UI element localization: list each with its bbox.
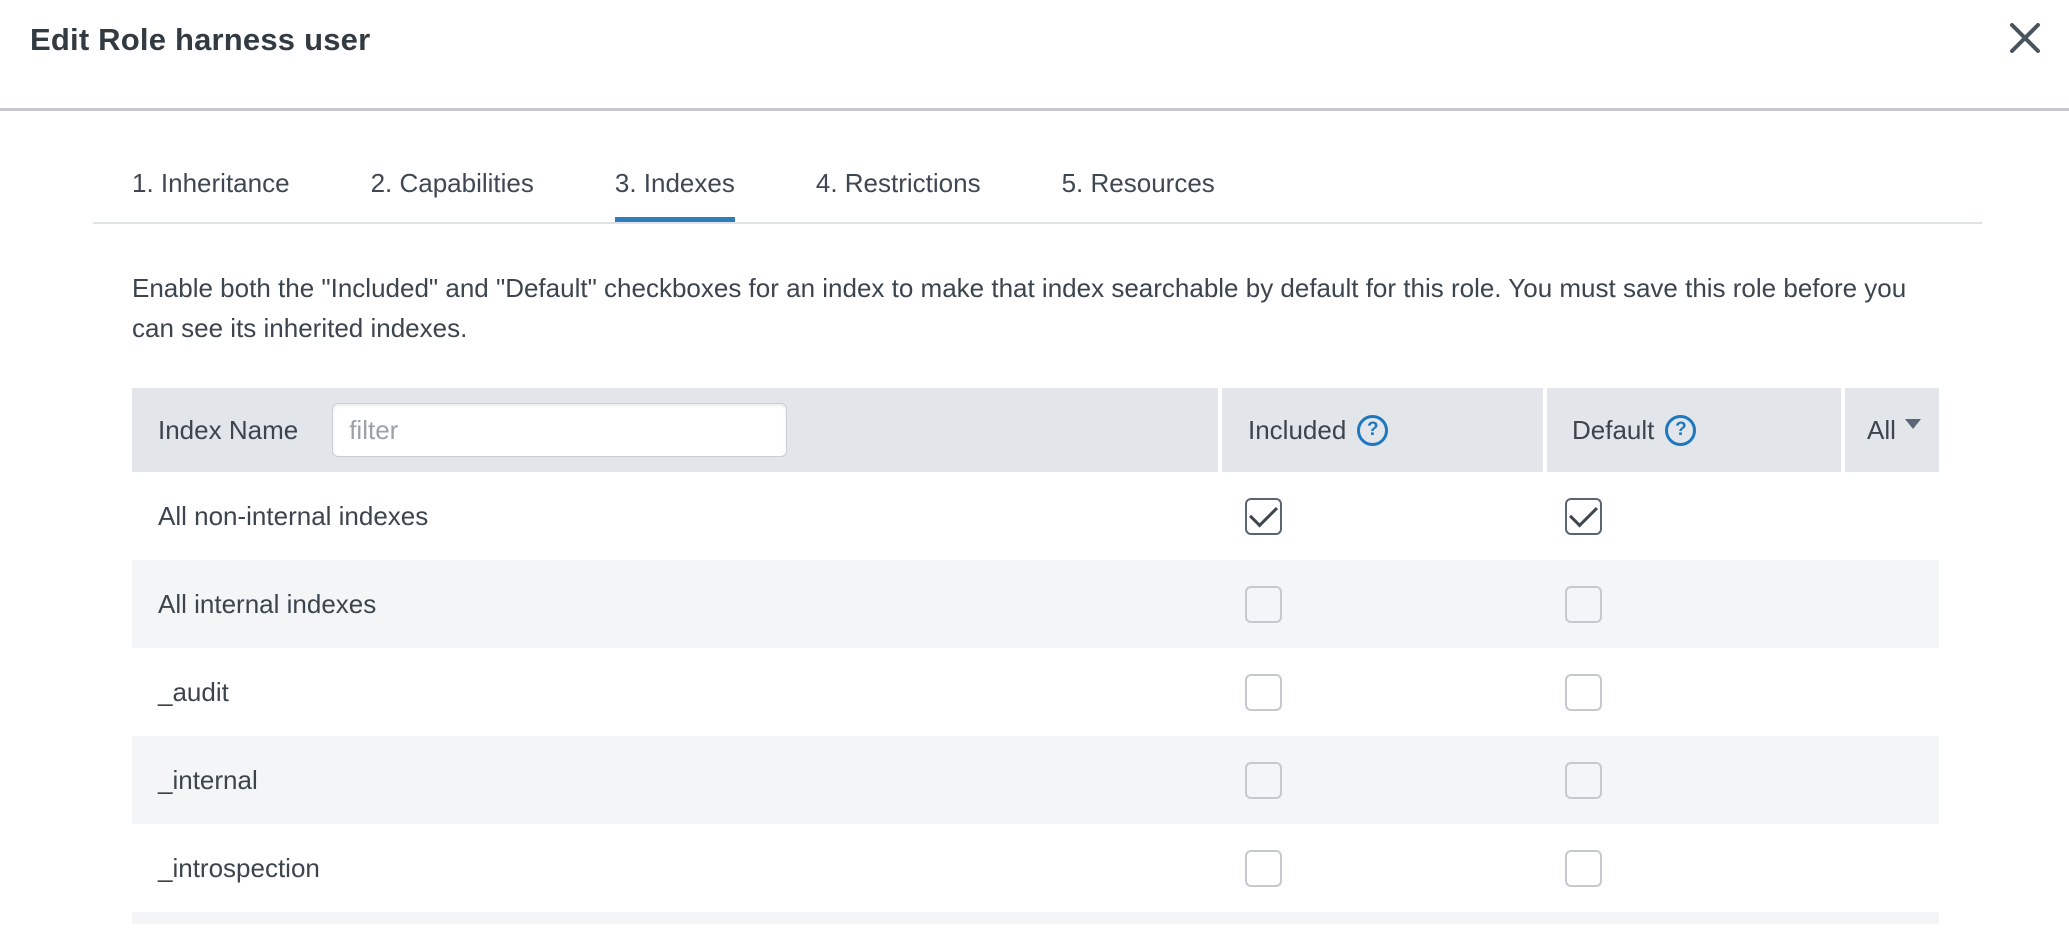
- included-column-label: Included: [1248, 415, 1346, 446]
- table-row: _introspection: [132, 824, 1939, 912]
- index-name-cell: All non-internal indexes: [132, 501, 1222, 532]
- index-name: All non-internal indexes: [158, 501, 428, 531]
- caret-down-icon: [1905, 419, 1921, 429]
- included-header-cell: Included ?: [1222, 388, 1543, 472]
- table-row: All internal indexes: [132, 560, 1939, 648]
- default-checkbox[interactable]: [1565, 674, 1602, 711]
- included-checkbox[interactable]: [1245, 498, 1282, 535]
- included-checkbox[interactable]: [1245, 674, 1282, 711]
- modal-header: Edit Role harness user: [0, 0, 2069, 111]
- table-row: All non-internal indexes: [132, 472, 1939, 560]
- index-name-column-label: Index Name: [158, 415, 298, 446]
- index-name-cell: All internal indexes: [132, 589, 1222, 620]
- tab-capabilities[interactable]: 2. Capabilities: [371, 168, 534, 222]
- default-checkbox[interactable]: [1565, 586, 1602, 623]
- index-name-cell: _audit: [132, 677, 1222, 708]
- default-checkbox[interactable]: [1565, 850, 1602, 887]
- all-dropdown[interactable]: All: [1845, 388, 1939, 472]
- modal-title: Edit Role harness user: [30, 22, 370, 58]
- index-name: All internal indexes: [158, 589, 376, 619]
- default-checkbox[interactable]: [1565, 498, 1602, 535]
- index-name: _introspection: [158, 853, 320, 883]
- index-name-cell: _internal: [132, 765, 1222, 796]
- help-icon[interactable]: ?: [1665, 415, 1696, 446]
- tab-restrictions[interactable]: 4. Restrictions: [816, 168, 981, 222]
- tab-indexes[interactable]: 3. Indexes: [615, 168, 735, 222]
- default-header-cell: Default ?: [1547, 388, 1841, 472]
- indexes-table: Index Name Included ? Default ? All All …: [132, 388, 1939, 924]
- help-icon[interactable]: ?: [1357, 415, 1388, 446]
- index-name-header-cell: Index Name: [132, 388, 1218, 472]
- included-checkbox[interactable]: [1245, 586, 1282, 623]
- table-header: Index Name Included ? Default ? All: [132, 388, 1939, 472]
- tab-inheritance[interactable]: 1. Inheritance: [132, 168, 290, 222]
- table-body: All non-internal indexes All internal in…: [132, 472, 1939, 924]
- index-filter-input[interactable]: [332, 403, 787, 457]
- all-dropdown-label: All: [1867, 415, 1896, 446]
- close-icon: [2003, 16, 2047, 60]
- tab-bar: 1. Inheritance 2. Capabilities 3. Indexe…: [93, 111, 1982, 224]
- table-row-partial: [132, 912, 1939, 924]
- edit-role-modal: Edit Role harness user 1. Inheritance 2.…: [0, 0, 2069, 924]
- default-checkbox[interactable]: [1565, 762, 1602, 799]
- index-name-cell: _introspection: [132, 853, 1222, 884]
- close-button[interactable]: [2003, 16, 2047, 60]
- description-text: Enable both the "Included" and "Default"…: [132, 268, 1909, 348]
- index-name: _internal: [158, 765, 258, 795]
- tab-resources[interactable]: 5. Resources: [1062, 168, 1215, 222]
- included-checkbox[interactable]: [1245, 762, 1282, 799]
- table-row: _audit: [132, 648, 1939, 736]
- index-name: _audit: [158, 677, 229, 707]
- included-checkbox[interactable]: [1245, 850, 1282, 887]
- default-column-label: Default: [1572, 415, 1654, 446]
- table-row: _internal: [132, 736, 1939, 824]
